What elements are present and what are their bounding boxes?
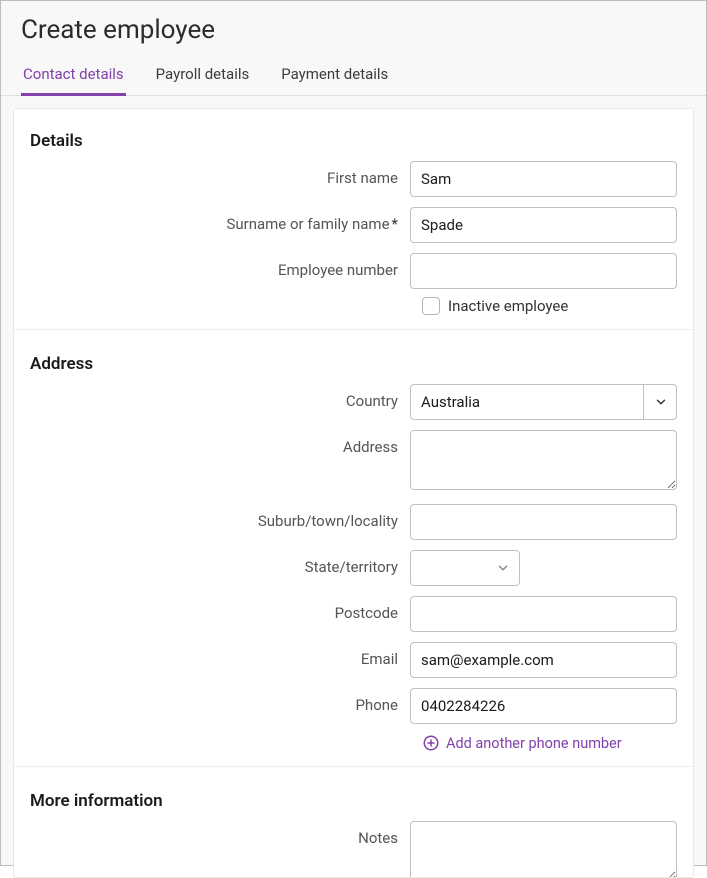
label-notes: Notes	[30, 821, 410, 847]
label-phone: Phone	[30, 688, 410, 714]
page-title: Create employee	[1, 1, 706, 51]
label-inactive-employee: Inactive employee	[448, 297, 568, 315]
label-state: State/territory	[30, 550, 410, 576]
section-header-more-info: More information	[30, 773, 677, 821]
tab-payroll-details[interactable]: Payroll details	[154, 57, 252, 95]
input-postcode[interactable]	[410, 596, 677, 632]
select-country[interactable]	[410, 384, 677, 420]
label-address: Address	[30, 430, 410, 456]
label-email: Email	[30, 642, 410, 668]
input-surname[interactable]	[410, 207, 677, 243]
section-header-address: Address	[30, 336, 677, 384]
textarea-notes[interactable]	[410, 821, 677, 878]
input-email[interactable]	[410, 642, 677, 678]
tab-payment-details[interactable]: Payment details	[279, 57, 390, 95]
form-panel: Details First name Surname or family nam…	[13, 108, 694, 878]
input-employee-number[interactable]	[410, 253, 677, 289]
label-surname: Surname or family name*	[30, 207, 410, 233]
label-employee-number: Employee number	[30, 253, 410, 279]
input-first-name[interactable]	[410, 161, 677, 197]
label-country: Country	[30, 384, 410, 410]
label-postcode: Postcode	[30, 596, 410, 622]
divider	[14, 766, 693, 767]
select-country-value[interactable]	[410, 384, 677, 420]
section-header-details: Details	[30, 113, 677, 161]
select-state-value[interactable]	[410, 550, 520, 586]
label-first-name: First name	[30, 161, 410, 187]
label-suburb: Suburb/town/locality	[30, 504, 410, 530]
checkbox-inactive-employee[interactable]	[422, 297, 440, 315]
add-phone-button[interactable]: Add another phone number	[422, 734, 677, 752]
add-phone-label: Add another phone number	[446, 735, 622, 752]
input-phone[interactable]	[410, 688, 677, 724]
textarea-address[interactable]	[410, 430, 677, 490]
input-suburb[interactable]	[410, 504, 677, 540]
plus-circle-icon	[422, 734, 440, 752]
tabs-bar: Contact details Payroll details Payment …	[1, 51, 706, 96]
tab-contact-details[interactable]: Contact details	[21, 57, 126, 96]
create-employee-window: Create employee Contact details Payroll …	[0, 0, 707, 866]
divider	[14, 329, 693, 330]
select-state[interactable]	[410, 550, 520, 586]
